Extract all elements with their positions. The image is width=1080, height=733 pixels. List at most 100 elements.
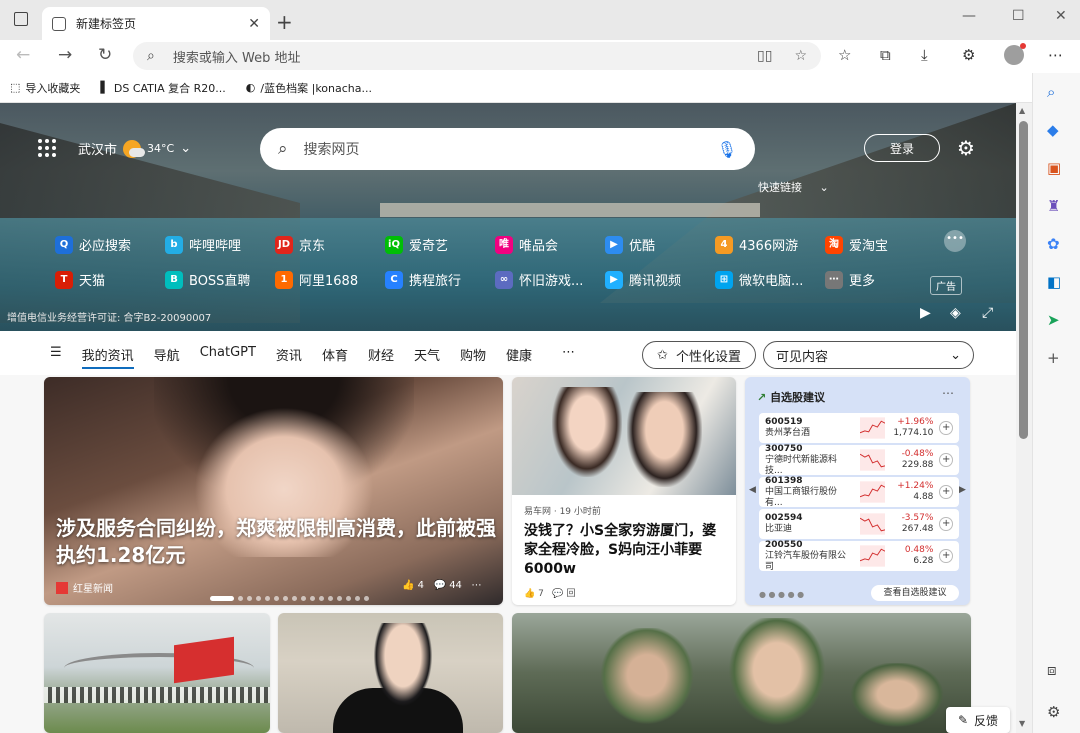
quick-link[interactable]: b 哔哩哔哩 xyxy=(165,235,275,254)
page-scrollbar[interactable]: ▲ ▼ xyxy=(1016,103,1032,733)
stock-row[interactable]: 200550 江铃汽车股份有限公司 0.48% 6.28 + xyxy=(759,540,959,572)
feed-tab-navigation[interactable]: 导航 xyxy=(154,345,180,369)
feed-tab-news[interactable]: 资讯 xyxy=(276,345,302,369)
close-tab-icon[interactable]: ✕ xyxy=(248,16,260,32)
feed-tab-my-news[interactable]: 我的资讯 xyxy=(81,345,134,369)
maximize-button[interactable]: ☐ xyxy=(1012,8,1025,24)
feed-tab-sports[interactable]: 体育 xyxy=(322,345,348,369)
weather-widget[interactable]: 武汉市 34°C ⌄ xyxy=(78,139,191,158)
tab-actions-icon[interactable] xyxy=(14,12,28,26)
web-search-box[interactable]: ⌕ 搜索网页 🎙 xyxy=(260,128,755,170)
feed-more-icon[interactable]: ⋯ xyxy=(562,345,575,369)
stock-page-dots[interactable]: ● ● ● ● ● xyxy=(759,590,804,599)
stock-row[interactable]: 300750 宁德时代新能源科技... -0.48% 229.88 + xyxy=(759,444,959,476)
featured-news-card[interactable]: 涉及服务合同纠纷，郑爽被限制高消费，此前被强执约1.28亿元 红星新闻 👍 4 … xyxy=(44,377,503,605)
outlook-icon[interactable]: ◧ xyxy=(1047,273,1061,291)
scroll-up-icon[interactable]: ▲ xyxy=(1019,106,1025,115)
featured-headline[interactable]: 涉及服务合同纠纷，郑爽被限制高消费，此前被强执约1.28亿元 xyxy=(56,515,496,569)
bookmark-konachan[interactable]: ◐/蓝色档案 |konacha... xyxy=(246,80,372,96)
quick-link[interactable]: 唯唯品会 xyxy=(495,235,605,254)
news-card-parade[interactable] xyxy=(44,613,270,733)
bookmark-import[interactable]: ⬚ 导入收藏夹 xyxy=(10,80,80,96)
quick-links-more-icon[interactable]: ••• xyxy=(944,230,966,252)
play-icon[interactable]: ▶ xyxy=(920,305,931,321)
add-stock-icon[interactable]: + xyxy=(939,485,953,499)
extensions-icon[interactable]: ⚙ xyxy=(962,46,975,64)
drop-icon[interactable]: ➤ xyxy=(1047,311,1060,329)
feed-tab-finance[interactable]: 财经 xyxy=(368,345,394,369)
screenshot-icon[interactable]: ⧈ xyxy=(1047,661,1057,679)
quick-link[interactable]: Q 必应搜索 xyxy=(55,235,165,254)
back-icon[interactable]: ← xyxy=(16,45,30,65)
quick-link[interactable]: B BOSS直聘 xyxy=(165,270,275,289)
login-button[interactable]: 登录 xyxy=(864,134,940,162)
feed-tab-shopping[interactable]: 购物 xyxy=(460,345,486,369)
feed-tab-chatgpt[interactable]: ChatGPT xyxy=(200,345,256,369)
news-headline[interactable]: 没钱了？小S全家穷游厦门，婆家全程冷脸，S妈向汪小菲要6000w xyxy=(524,522,728,579)
more-menu-icon[interactable]: ⋯ xyxy=(1048,46,1063,64)
scroll-down-icon[interactable]: ▼ xyxy=(1019,719,1025,728)
quick-link[interactable]: ▶ 腾讯视频 xyxy=(605,270,715,289)
games-icon[interactable]: ♜ xyxy=(1047,197,1060,215)
expand-icon[interactable]: ⤢ xyxy=(982,305,993,321)
quick-link[interactable]: JD 京东 xyxy=(275,235,385,254)
add-icon[interactable]: + xyxy=(1047,349,1060,367)
visible-content-dropdown[interactable]: 可见内容 ⌄ xyxy=(763,341,974,369)
copilot-icon[interactable]: ✿ xyxy=(1047,235,1060,253)
settings-gear-icon[interactable]: ⚙ xyxy=(957,136,975,160)
new-tab-button[interactable]: + xyxy=(276,10,293,34)
reader-mode-icon[interactable]: ▯▯ xyxy=(757,48,772,64)
forward-icon[interactable]: → xyxy=(58,45,72,65)
address-bar[interactable]: ⌕ 搜索或输入 Web 地址 ▯▯ ☆ xyxy=(133,42,821,70)
more-options-icon[interactable]: ⋯ xyxy=(942,386,954,400)
next-arrow-icon[interactable]: ▶ xyxy=(959,485,966,495)
bookmarks-bar: ⬚ 导入收藏夹 ▌ DS CATIA 复合 R20... ◐/蓝色档案 |konac… xyxy=(0,73,1080,103)
minimize-button[interactable]: — xyxy=(962,8,976,24)
personalize-button[interactable]: ✩ 个性化设置 xyxy=(642,341,756,369)
quick-link[interactable]: ∞ 怀旧游戏... xyxy=(495,270,605,289)
search-icon[interactable]: ⌕ xyxy=(1047,83,1055,101)
view-suggestions-button[interactable]: 查看自选股建议 xyxy=(871,585,959,601)
tab-new-tab[interactable]: 新建标签页 ✕ xyxy=(42,7,270,40)
close-window-button[interactable]: ✕ xyxy=(1055,8,1067,24)
toolbox-icon[interactable]: ▣ xyxy=(1047,159,1061,177)
quick-links-toggle[interactable]: 快速链接 ⌄ xyxy=(758,179,829,195)
feed-tab-weather[interactable]: 天气 xyxy=(414,345,440,369)
quick-link[interactable]: ⊞ 微软电脑... xyxy=(715,270,825,289)
quick-link[interactable]: iQ 爱奇艺 xyxy=(385,235,495,254)
refresh-icon[interactable]: ↻ xyxy=(98,45,112,65)
quick-link[interactable]: 1 阿里1688 xyxy=(275,270,385,289)
add-stock-icon[interactable]: + xyxy=(939,453,953,467)
news-card-soldiers[interactable] xyxy=(512,613,971,733)
quick-link[interactable]: 4 4366网游 xyxy=(715,235,825,254)
carousel-dots[interactable] xyxy=(210,596,369,601)
quick-link[interactable]: 淘爱淘宝 xyxy=(825,235,935,254)
add-stock-icon[interactable]: + xyxy=(939,549,953,563)
feed-tab-health[interactable]: 健康 xyxy=(506,345,532,369)
add-stock-icon[interactable]: + xyxy=(939,517,953,531)
image-info-icon[interactable]: ◈ xyxy=(950,305,961,321)
microphone-icon[interactable]: 🎙 xyxy=(717,140,737,159)
favorites-icon[interactable]: ☆ xyxy=(838,46,851,64)
add-stock-icon[interactable]: + xyxy=(939,421,953,435)
prev-arrow-icon[interactable]: ◀ xyxy=(749,485,756,495)
quick-link[interactable]: ⋯ 更多 xyxy=(825,270,935,289)
quick-link[interactable]: ▶ 优酷 xyxy=(605,235,715,254)
news-card-celebrity[interactable] xyxy=(278,613,503,733)
quick-link[interactable]: T 天猫 xyxy=(55,270,165,289)
stock-row[interactable]: 002594 比亚迪 -3.57% 267.48 + xyxy=(759,509,959,539)
news-card[interactable]: 易车网 · 19 小时前 没钱了？小S全家穷游厦门，婆家全程冷脸，S妈向汪小菲要… xyxy=(512,377,736,605)
collections-icon[interactable]: ⧉ xyxy=(880,46,891,64)
tag-icon[interactable]: ◆ xyxy=(1047,121,1059,139)
apps-launcher-icon[interactable] xyxy=(38,139,56,157)
stock-row[interactable]: 601398 中国工商银行股份有... +1.24% 4.88 + xyxy=(759,476,959,508)
quick-link[interactable]: C 携程旅行 xyxy=(385,270,495,289)
stock-row[interactable]: 600519 贵州茅台酒 +1.96% 1,774.10 + xyxy=(759,413,959,443)
favorite-star-icon[interactable]: ☆ xyxy=(794,48,807,64)
feed-menu-icon[interactable]: ☰ xyxy=(50,345,62,369)
sidebar-settings-icon[interactable]: ⚙ xyxy=(1047,703,1060,721)
scroll-thumb[interactable] xyxy=(1019,121,1028,439)
bookmark-catia[interactable]: ▌ DS CATIA 复合 R20... xyxy=(100,80,225,96)
downloads-icon[interactable]: ⤓ xyxy=(921,46,928,64)
feedback-button[interactable]: ✎ 反馈 xyxy=(946,707,1010,733)
